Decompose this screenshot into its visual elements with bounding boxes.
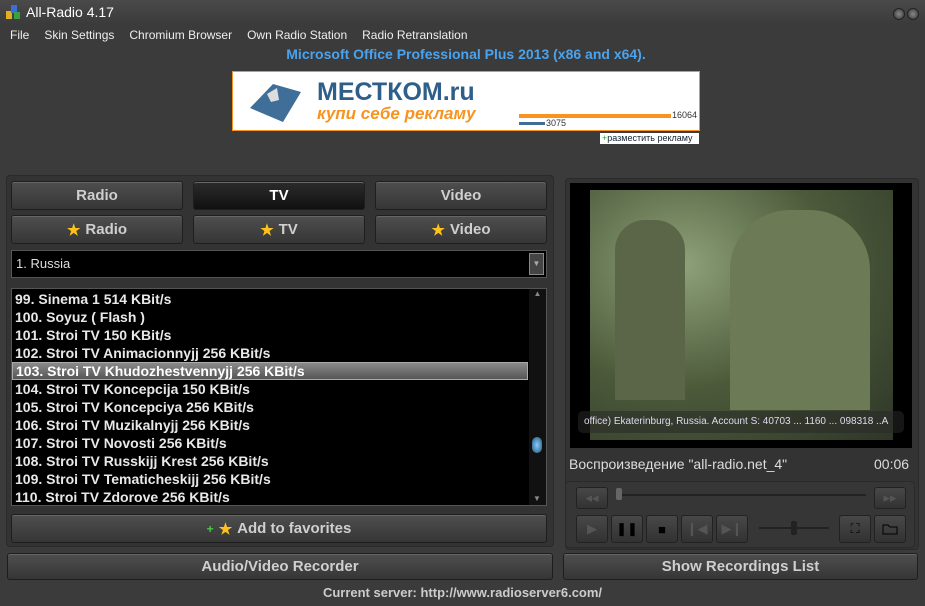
channel-item[interactable]: 100. Soyuz ( Flash ) xyxy=(12,308,528,326)
playback-time: 00:06 xyxy=(874,456,910,472)
volume-handle[interactable] xyxy=(791,521,797,535)
rewind-button[interactable]: ◂◂ xyxy=(576,487,608,509)
menu-radio-retranslation[interactable]: Radio Retranslation xyxy=(362,28,467,42)
country-select[interactable]: 1. Russia ▼ xyxy=(11,250,547,278)
star-icon: ★ xyxy=(66,221,81,239)
close-button[interactable] xyxy=(907,8,919,20)
star-icon: ★ xyxy=(218,520,233,538)
menu-file[interactable]: File xyxy=(10,28,29,42)
controls-panel: ◂◂ ▸▸ ▶ ❚❚ ■ ❙◀ ▶❙ ⛶ xyxy=(565,481,915,548)
channel-list[interactable]: 99. Sinema 1 514 KBit/s 100. Soyuz ( Flas… xyxy=(11,288,547,506)
previous-button[interactable]: ❙◀ xyxy=(681,515,713,543)
menu-chromium-browser[interactable]: Chromium Browser xyxy=(129,28,232,42)
tab-video[interactable]: Video xyxy=(375,181,547,210)
playback-status: Воспроизведение "all-radio.net_4" xyxy=(569,456,788,472)
ad-banner[interactable]: МЕСТКОМ.ru купи себе рекламу 16064 3075 xyxy=(232,71,700,131)
star-icon: ★ xyxy=(431,221,445,239)
channel-item[interactable]: 101. Stroi TV 150 KBit/s xyxy=(12,326,528,344)
scroll-up-icon[interactable]: ▲ xyxy=(529,289,546,298)
plus-icon: + xyxy=(206,521,214,536)
tab-label: TV xyxy=(278,221,298,238)
server-status: Current server: http://www.radioserver6.… xyxy=(322,585,603,600)
channel-item[interactable]: 108. Stroi TV Russkijj Krest 256 KBit/s xyxy=(12,452,528,470)
banner-count-a: 16064 xyxy=(672,110,698,120)
tab-label: Radio xyxy=(85,221,128,238)
video-frame xyxy=(590,190,893,440)
place-ad-label: разместить рекламу xyxy=(607,133,693,143)
chevron-down-icon[interactable]: ▼ xyxy=(529,253,544,275)
add-to-favorites-button[interactable]: + ★ Add to favorites xyxy=(11,514,547,543)
banner-logo-icon xyxy=(250,84,301,122)
country-value: 1. Russia xyxy=(16,256,71,271)
play-button[interactable]: ▶ xyxy=(576,515,608,543)
title-bar: All-Radio 4.17 xyxy=(0,0,925,24)
window-title: All-Radio 4.17 xyxy=(26,4,114,20)
channel-item[interactable]: 107. Stroi TV Novosti 256 KBit/s xyxy=(12,434,528,452)
scroll-down-icon[interactable]: ▼ xyxy=(533,494,541,503)
menu-own-radio-station[interactable]: Own Radio Station xyxy=(247,28,347,42)
scroll-thumb[interactable] xyxy=(532,437,542,453)
video-figure xyxy=(615,220,685,400)
next-button[interactable]: ▶❙ xyxy=(716,515,748,543)
tab-fav-video[interactable]: ★ Video xyxy=(375,215,547,244)
place-ad-link[interactable]: +разместить рекламу xyxy=(600,133,699,144)
stop-button[interactable]: ■ xyxy=(646,515,678,543)
open-folder-button[interactable] xyxy=(874,515,906,543)
forward-button[interactable]: ▸▸ xyxy=(874,487,906,509)
banner-logo-text: МЕСТКОМ.ru xyxy=(317,78,475,106)
tab-label: Video xyxy=(449,221,491,238)
folder-icon xyxy=(882,524,898,535)
pause-button[interactable]: ❚❚ xyxy=(611,515,643,543)
tab-fav-tv[interactable]: ★ TV xyxy=(193,215,365,244)
tab-radio[interactable]: Radio xyxy=(11,181,183,210)
seek-handle[interactable] xyxy=(616,488,622,500)
scrollbar[interactable]: ▲ ▼ xyxy=(529,289,546,505)
video-figure xyxy=(730,210,870,410)
banner-bar-b xyxy=(519,122,545,125)
tab-tv[interactable]: TV xyxy=(193,181,365,210)
channel-item[interactable]: 99. Sinema 1 514 KBit/s xyxy=(12,290,528,308)
menu-skin-settings[interactable]: Skin Settings xyxy=(44,28,114,42)
show-recordings-button[interactable]: Show Recordings List xyxy=(563,553,918,580)
seek-bar[interactable] xyxy=(616,488,866,500)
star-icon: ★ xyxy=(260,221,274,239)
channel-item[interactable]: 106. Stroi TV Muzikalnyjj 256 KBit/s xyxy=(12,416,528,434)
ad-headline[interactable]: Microsoft Office Professional Plus 2013 … xyxy=(232,46,700,62)
add-favorites-label: Add to favorites xyxy=(237,520,352,537)
channel-item[interactable]: 104. Stroi TV Koncepcija 150 KBit/s xyxy=(12,380,528,398)
banner-bar-a xyxy=(519,114,671,118)
video-screen[interactable]: office) Ekaterinburg, Russia. Account S:… xyxy=(570,183,912,448)
app-icon xyxy=(6,5,20,19)
channel-item[interactable]: 109. Stroi TV Tematicheskijj 256 KBit/s xyxy=(12,470,528,488)
tab-fav-radio[interactable]: ★ Radio xyxy=(11,215,183,244)
minimize-button[interactable] xyxy=(893,8,905,20)
channel-item[interactable]: 103. Stroi TV Khudozhestvennyjj 256 KBit… xyxy=(12,362,528,380)
channel-item[interactable]: 105. Stroi TV Koncepciya 256 KBit/s xyxy=(12,398,528,416)
banner-slogan: купи себе рекламу xyxy=(317,104,476,123)
channel-item[interactable]: 110. Stroi TV Zdorove 256 KBit/s xyxy=(12,488,528,506)
menu-bar: File Skin Settings Chromium Browser Own … xyxy=(10,28,468,42)
banner-count-b: 3075 xyxy=(546,118,567,128)
recorder-button[interactable]: Audio/Video Recorder xyxy=(7,553,553,580)
channel-item[interactable]: 102. Stroi TV Animacionnyjj 256 KBit/s xyxy=(12,344,528,362)
video-overlay-ticker: office) Ekaterinburg, Russia. Account S:… xyxy=(578,411,904,433)
volume-slider[interactable] xyxy=(759,521,829,535)
fullscreen-button[interactable]: ⛶ xyxy=(839,515,871,543)
